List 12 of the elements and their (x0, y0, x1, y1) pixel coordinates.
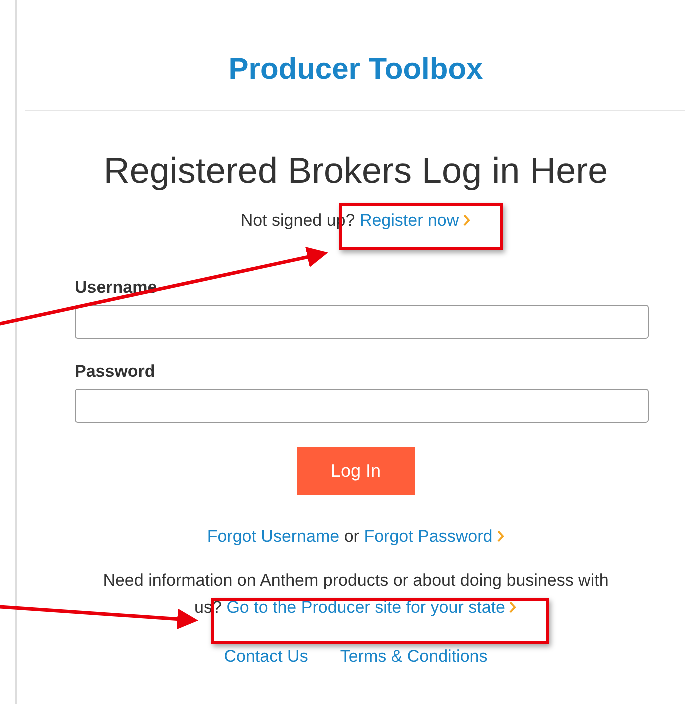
login-heading: Registered Brokers Log in Here (104, 149, 608, 193)
recovery-link[interactable]: Forgot Username (207, 527, 340, 546)
footer-link[interactable]: Terms & Conditions (340, 645, 488, 669)
footer-link[interactable]: Contact Us (224, 645, 308, 669)
register-link[interactable]: Register now (360, 211, 472, 230)
producer-site-link[interactable]: Go to the Producer site for your state (226, 598, 518, 617)
field-label: Password (75, 361, 156, 383)
recovery-link[interactable]: Forgot Password (364, 527, 505, 546)
recovery-links: Forgot Username or Forgot Password (207, 525, 505, 549)
login-button[interactable]: Log In (297, 447, 415, 495)
field-label: Username (75, 277, 158, 299)
page-title: Producer Toolbox (228, 52, 484, 88)
